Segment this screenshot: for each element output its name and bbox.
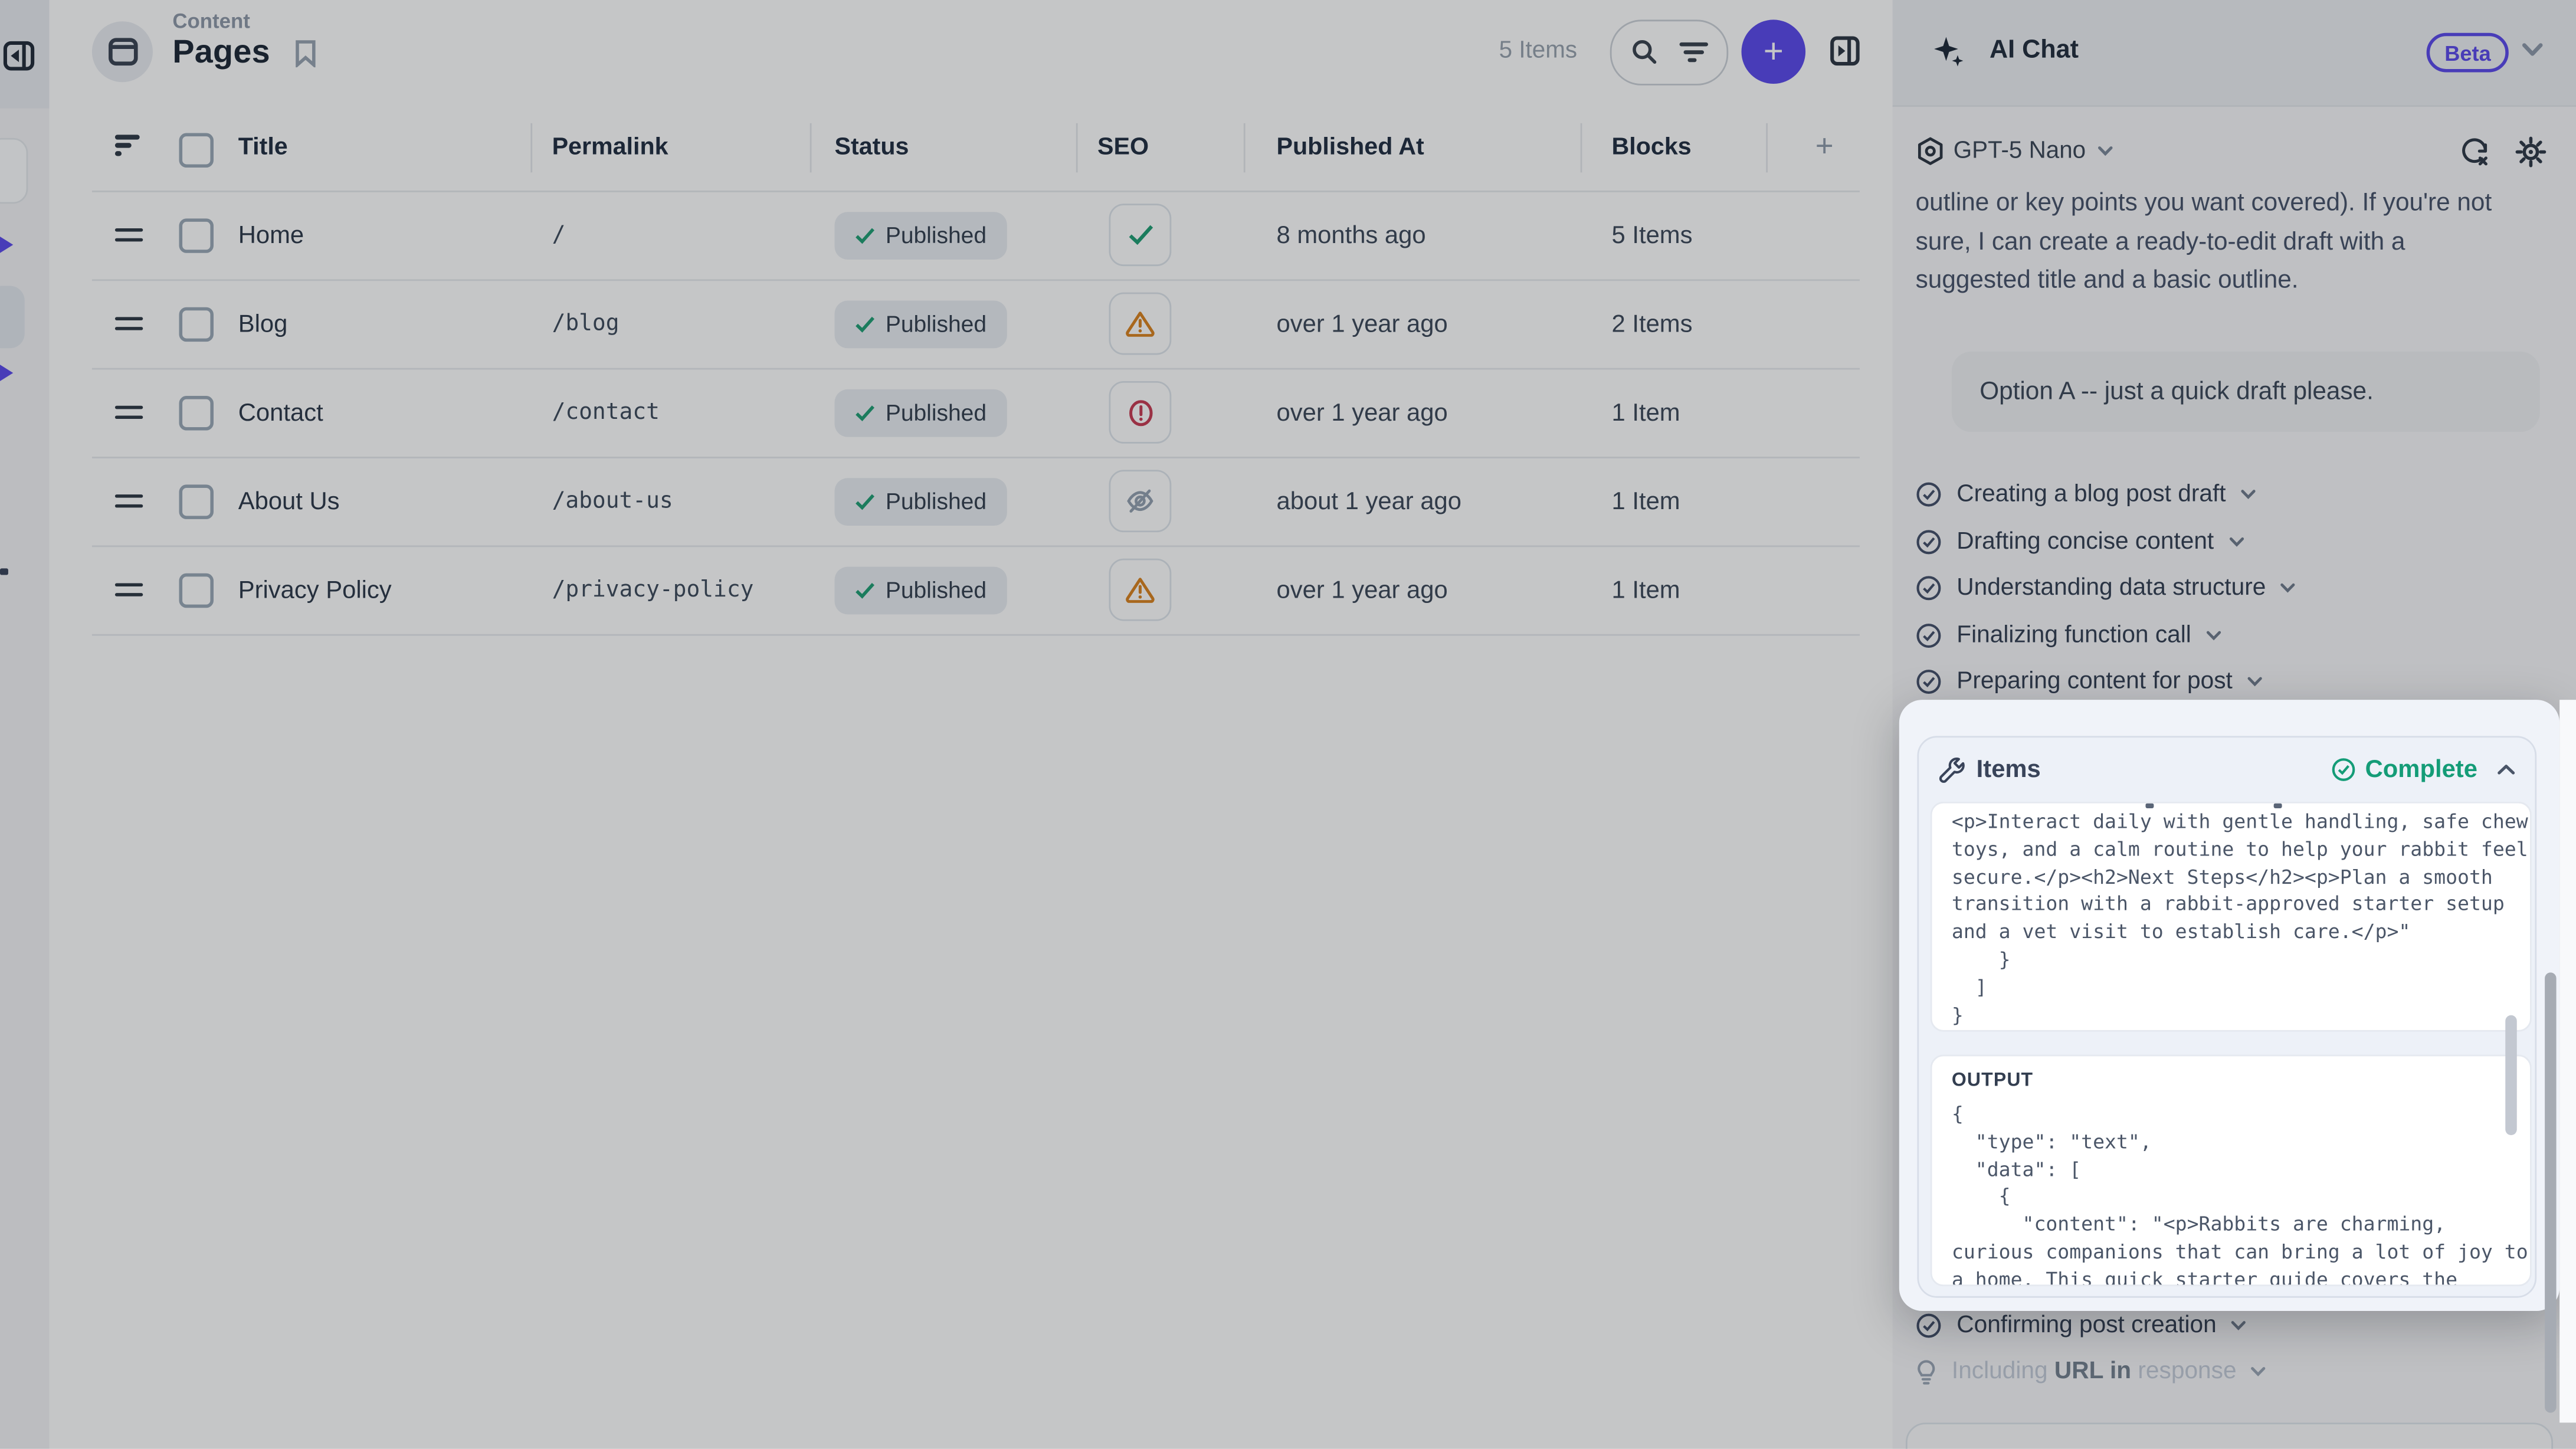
clipped-line-fragment: [1952, 804, 2511, 808]
tool-call-card: Items Complete <p>Interact daily with ge…: [1917, 736, 2536, 1297]
wrench-icon: [1939, 756, 1965, 783]
chevron-up-icon[interactable]: [2497, 764, 2515, 775]
app-window: Content Pages 5 Items + Title Permalink …: [0, 0, 2576, 1449]
tool-output-code: { "type": "text", "data": [ { "content":…: [1952, 1101, 2511, 1287]
circle-check-icon: [2331, 758, 2355, 782]
output-label: OUTPUT: [1952, 1071, 2511, 1090]
tool-card-scroll-area[interactable]: <p>Interact daily with gentle handling, …: [1931, 802, 2532, 1286]
tool-input-code-block: <p>Interact daily with gentle handling, …: [1931, 802, 2532, 1032]
tool-input-code: <p>Interact daily with gentle handling, …: [1952, 808, 2511, 1029]
tool-status: Complete: [2331, 756, 2477, 783]
panel-scrollbar-track: [2559, 700, 2576, 1422]
tool-output-code-block: OUTPUT { "type": "text", "data": [ { "co…: [1931, 1055, 2532, 1287]
tool-card-header[interactable]: Items Complete: [1939, 737, 2515, 802]
panel-scrollbar-thumb[interactable]: [2545, 972, 2556, 1412]
tool-call-spotlight: Items Complete <p>Interact daily with ge…: [1899, 700, 2559, 1311]
card-scrollbar-thumb[interactable]: [2505, 1015, 2516, 1135]
tool-card-title: Items: [1977, 756, 2041, 783]
